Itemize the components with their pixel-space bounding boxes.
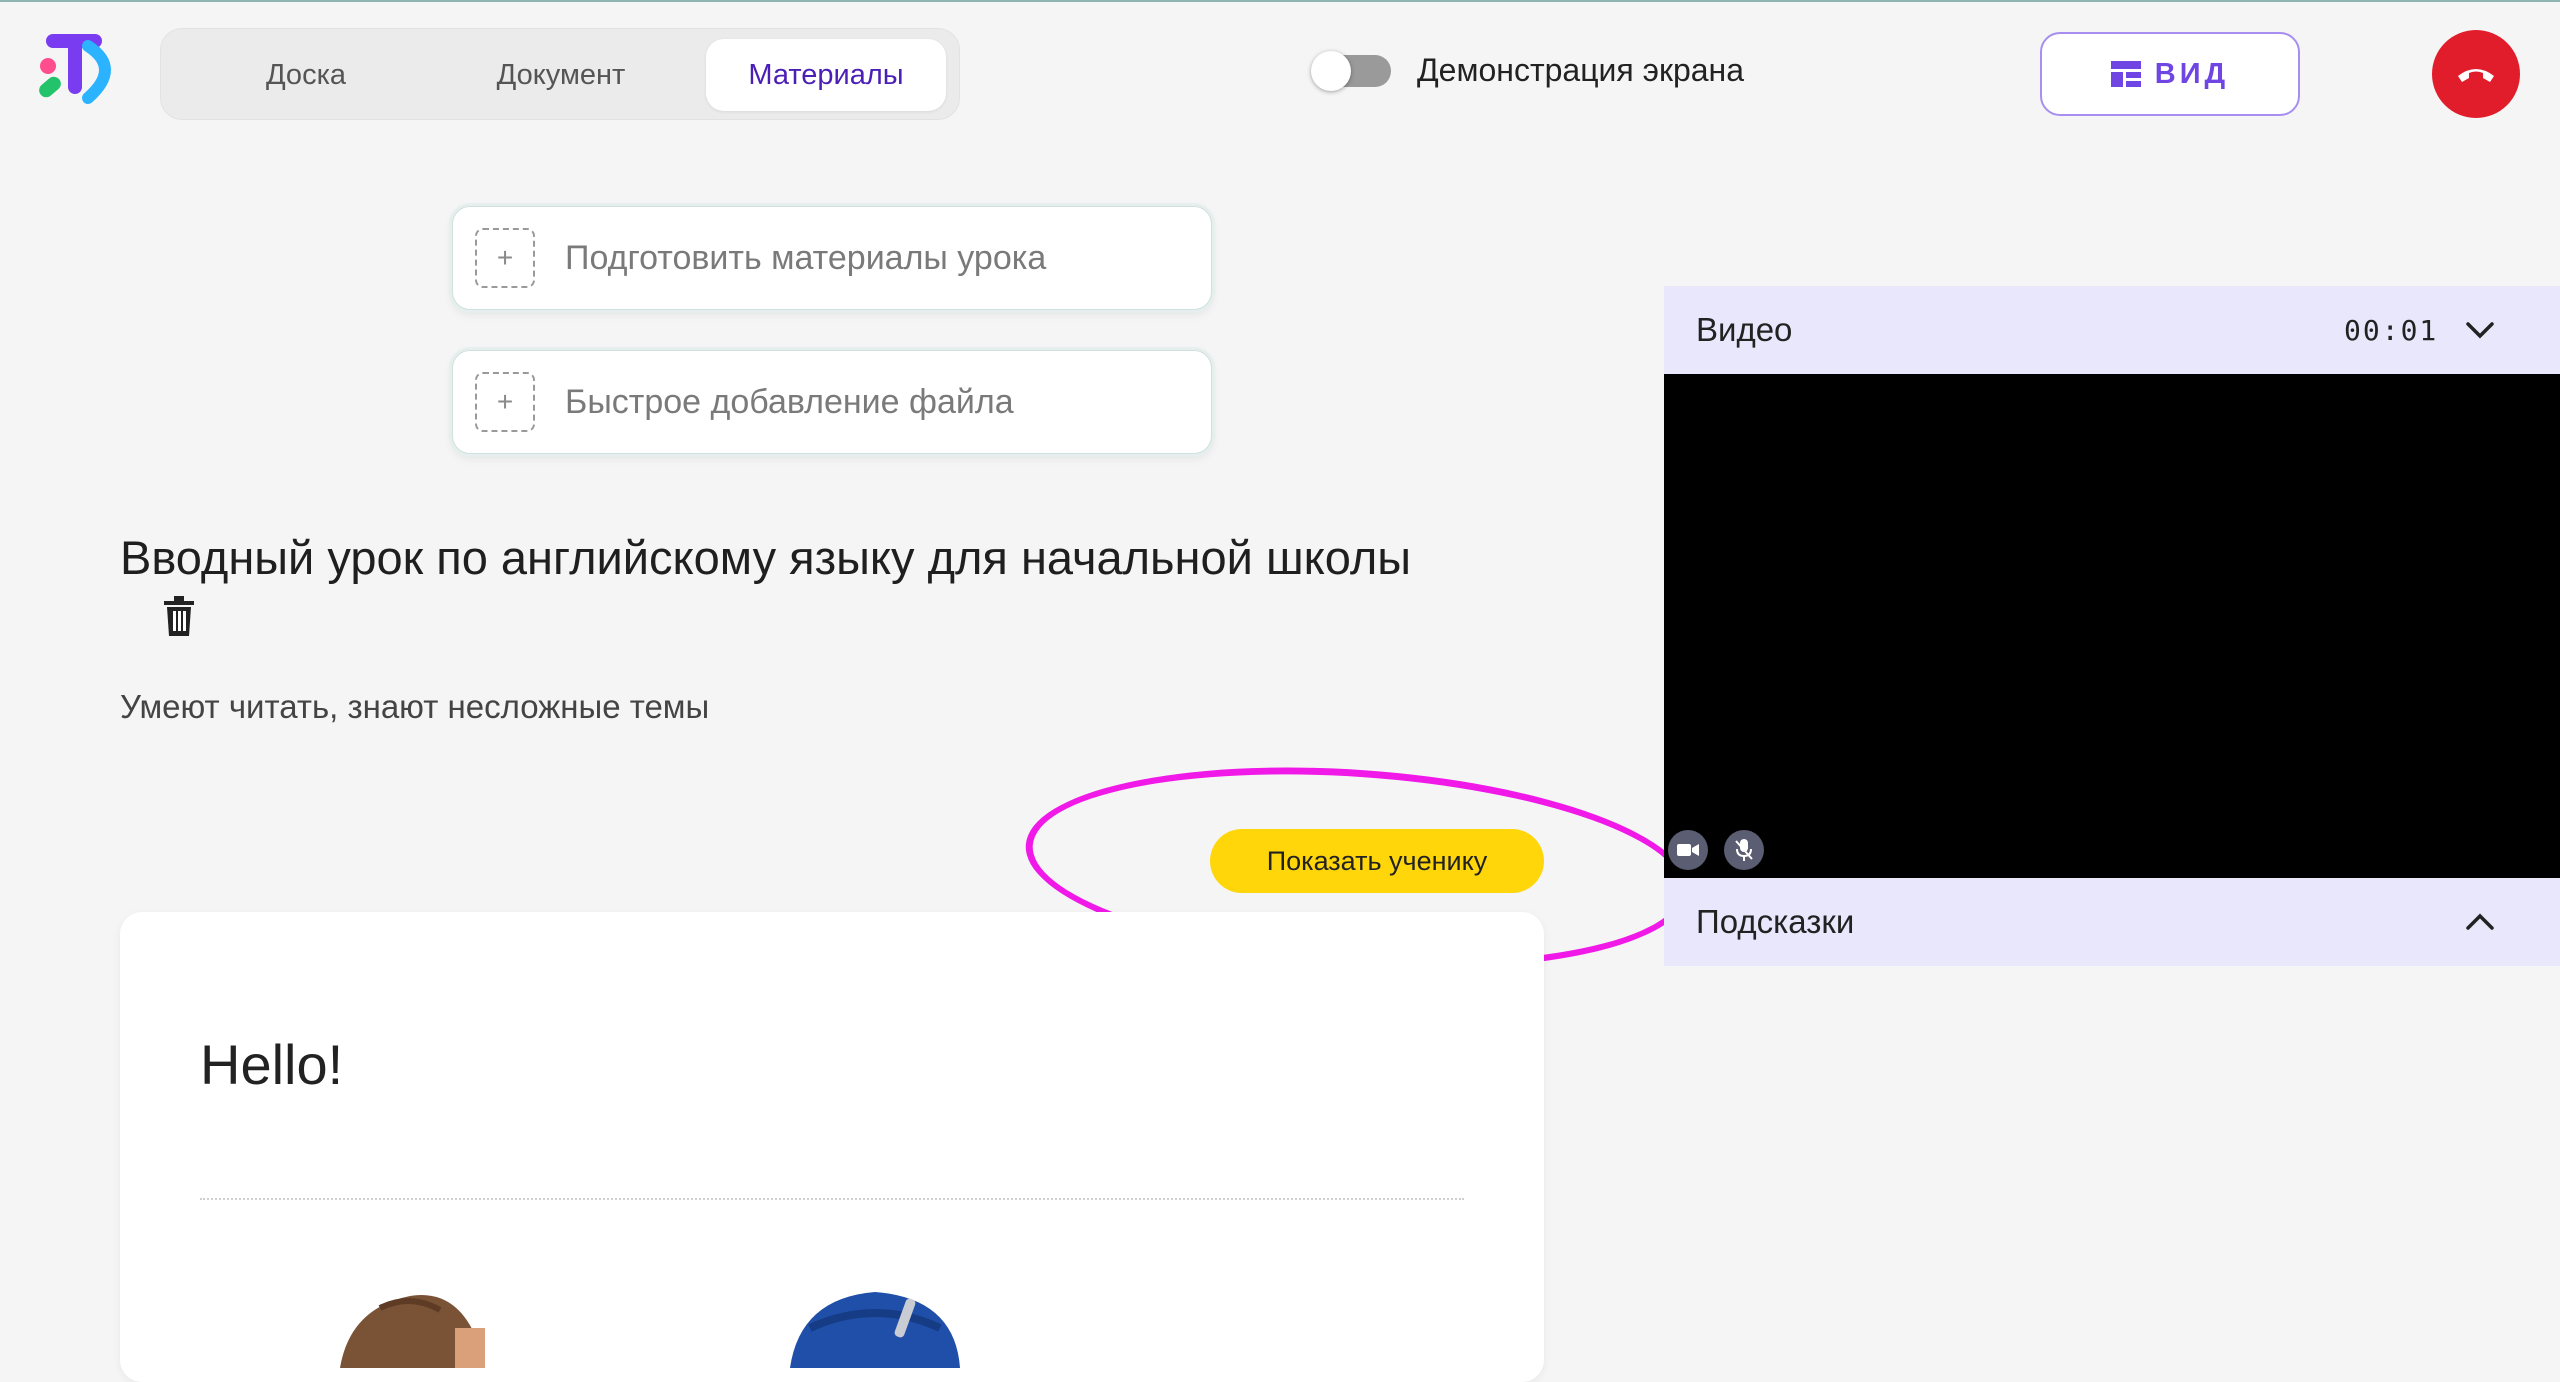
screen-share-toggle[interactable] xyxy=(1311,50,1391,91)
layout-icon xyxy=(2110,61,2141,87)
quick-add-file-label: Быстрое добавление файла xyxy=(565,382,1014,421)
character-illustration-2 xyxy=(790,1292,960,1368)
add-box-icon: + xyxy=(475,372,535,432)
hints-panel-header[interactable]: Подсказки xyxy=(1664,878,2560,966)
trash-icon[interactable] xyxy=(162,596,196,636)
card-heading: Hello! xyxy=(200,1033,344,1096)
video-panel-title: Видео xyxy=(1696,311,1793,348)
chevron-up-icon[interactable] xyxy=(2462,904,2498,940)
call-timer: 00:01 xyxy=(2344,313,2439,347)
camera-toggle[interactable] xyxy=(1668,830,1708,870)
lesson-description: Умеют читать, знают несложные темы xyxy=(120,688,710,725)
microphone-toggle[interactable] xyxy=(1724,830,1764,870)
top-border xyxy=(0,0,2560,2)
video-panel-header[interactable]: Видео 00:01 xyxy=(1664,286,2560,374)
tab-materials[interactable]: Материалы xyxy=(706,39,946,111)
tab-board[interactable]: Доска xyxy=(201,39,411,111)
character-illustration-1 xyxy=(340,1295,485,1368)
hints-panel-title: Подсказки xyxy=(1696,903,1855,940)
mode-tabs: Доска Документ Материалы xyxy=(160,28,960,120)
lesson-title: Вводный урок по английскому языку для на… xyxy=(120,531,1412,584)
show-to-student-button[interactable]: Показать ученику xyxy=(1210,829,1544,893)
view-button-label: ВИД xyxy=(2154,57,2230,90)
screen-share-control: Демонстрация экрана xyxy=(1311,50,1744,91)
tab-document[interactable]: Документ xyxy=(431,39,691,111)
toggle-knob xyxy=(1311,50,1351,91)
video-feed xyxy=(1664,374,2560,878)
app-logo-icon xyxy=(39,34,111,104)
prepare-materials-label: Подготовить материалы урока xyxy=(565,238,1047,277)
end-call-button[interactable] xyxy=(2432,30,2520,118)
add-box-icon: + xyxy=(475,228,535,288)
prepare-materials-button[interactable]: + Подготовить материалы урока xyxy=(452,206,1212,310)
camera-icon xyxy=(1677,844,1699,856)
lesson-content-card: Hello! xyxy=(120,912,1544,1382)
screen-share-label: Демонстрация экрана xyxy=(1417,52,1744,88)
chevron-down-icon[interactable] xyxy=(2462,312,2498,348)
card-divider xyxy=(200,1198,1464,1200)
quick-add-file-button[interactable]: + Быстрое добавление файла xyxy=(452,350,1212,454)
microphone-muted-icon xyxy=(1735,839,1753,861)
phone-hangup-icon xyxy=(2458,69,2494,82)
view-button[interactable]: ВИД xyxy=(2040,32,2300,116)
